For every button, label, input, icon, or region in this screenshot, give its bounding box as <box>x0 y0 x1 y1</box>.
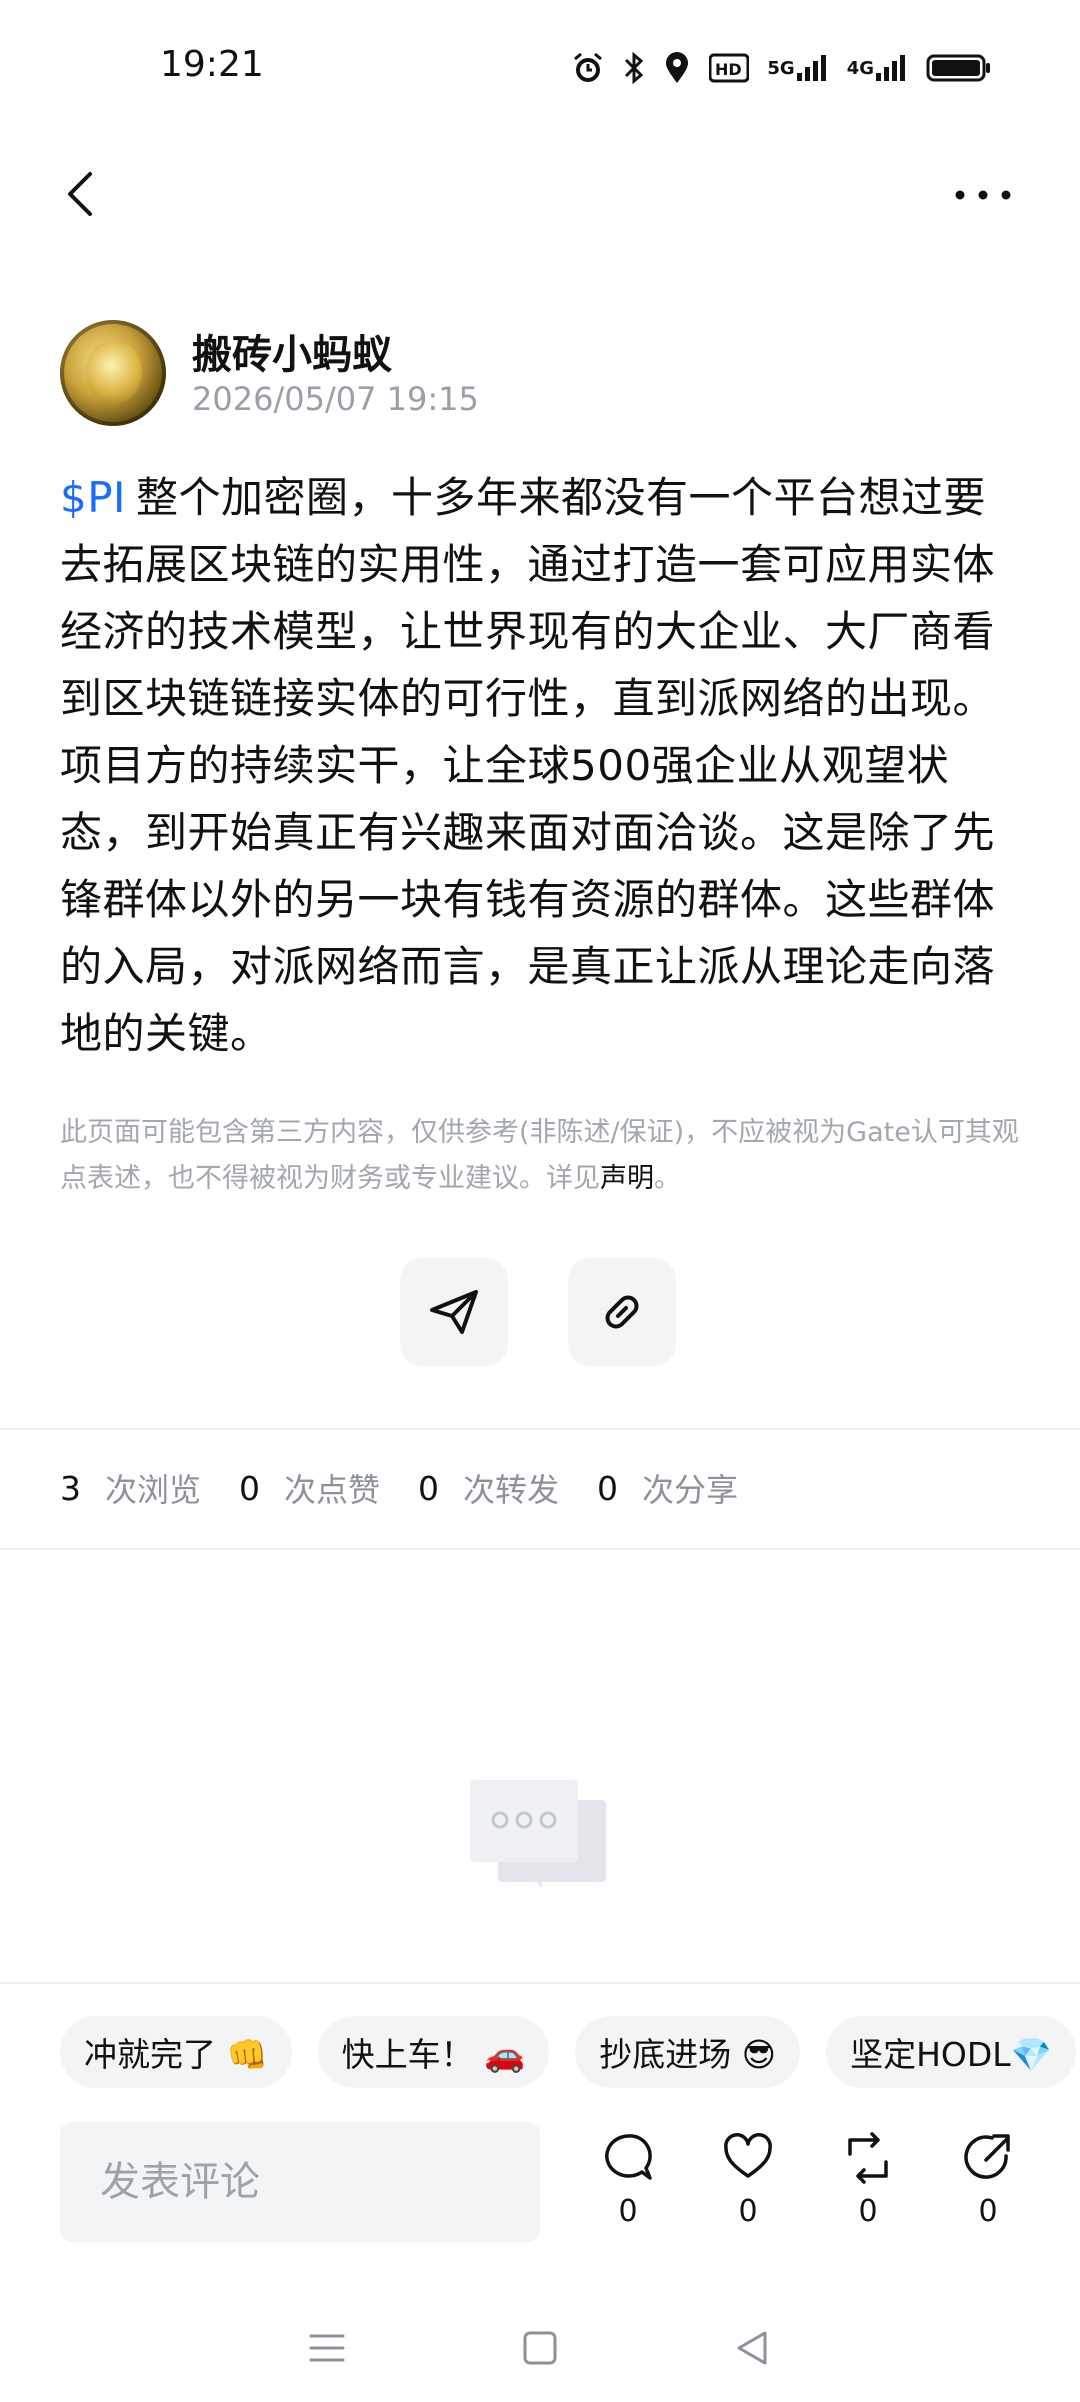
comment-icon <box>605 2134 652 2180</box>
status-icons: HD 5G 4G <box>571 44 992 92</box>
repost-icon <box>848 2132 888 2184</box>
disclaimer-text: 此页面可能包含第三方内容，仅供参考(非陈述/保证)，不应被视为Gate认可其观点… <box>60 1117 1019 1194</box>
disclaimer-link[interactable]: 声明 <box>600 1163 654 1194</box>
more-dots-icon <box>955 190 1011 200</box>
avatar[interactable] <box>60 320 166 426</box>
disclaimer-end: 。 <box>654 1163 681 1194</box>
chevron-left-icon <box>68 172 92 216</box>
post-body: $PI 整个加密圈，十多年来都没有一个平台想过要去拓展区块链的实用性，通过打造一套… <box>60 464 1020 1067</box>
copy-link-button[interactable] <box>568 1258 676 1366</box>
divider <box>0 1428 1080 1430</box>
svg-text:HD: HD <box>715 60 742 79</box>
system-navigation-bar <box>0 2300 1080 2400</box>
location-icon <box>663 51 691 85</box>
like-action[interactable]: 0 <box>708 2132 788 2229</box>
share-icon <box>964 2134 1010 2179</box>
quick-reply-chips: 冲就完了 👊 快上车！ 🚗 抄底进场 😎 坚定HODL💎 <box>60 2016 1076 2088</box>
comment-action[interactable]: 0 <box>588 2132 668 2229</box>
comment-input[interactable] <box>60 2122 540 2242</box>
bluetooth-icon <box>623 51 645 85</box>
quick-reply-chip[interactable]: 抄底进场 😎 <box>575 2016 801 2088</box>
heart-icon <box>724 2133 772 2178</box>
disclaimer: 此页面可能包含第三方内容，仅供参考(非陈述/保证)，不应被视为Gate认可其观点… <box>60 1110 1020 1202</box>
hd-icon: HD <box>709 53 750 83</box>
post-text: 整个加密圈，十多年来都没有一个平台想过要去拓展区块链的实用性，通过打造一套可应用… <box>60 473 996 1058</box>
quick-reply-chip[interactable]: 坚定HODL💎 <box>826 2016 1076 2088</box>
send-button[interactable] <box>400 1258 508 1366</box>
back-button[interactable] <box>56 166 112 222</box>
triangle-back-icon <box>737 2331 767 2365</box>
alarm-icon <box>571 51 605 85</box>
quick-reply-chip[interactable]: 冲就完了 👊 <box>60 2016 292 2088</box>
share-count: 0 <box>978 2194 998 2229</box>
author-name[interactable]: 搬砖小蚂蚁 <box>192 322 392 380</box>
likes-label: 次点赞 <box>284 1471 381 1509</box>
menu-nav-button[interactable] <box>307 2328 347 2372</box>
menu-icon <box>309 2334 345 2362</box>
share-action[interactable]: 0 <box>948 2132 1028 2229</box>
more-button[interactable] <box>948 170 1018 220</box>
divider <box>0 1548 1080 1550</box>
signal-5g-icon: 5G <box>767 53 828 83</box>
back-nav-button[interactable] <box>733 2328 773 2372</box>
views-count: 3 <box>60 1468 81 1508</box>
post-stats: 3 次浏览 0 次点赞 0 次转发 0 次分享 <box>60 1462 760 1514</box>
link-icon <box>605 1295 639 1329</box>
repost-action[interactable]: 0 <box>828 2132 908 2229</box>
square-home-icon <box>523 2331 557 2365</box>
likes-count: 0 <box>239 1468 261 1508</box>
status-time: 19:21 <box>160 44 264 85</box>
reposts-label: 次转发 <box>463 1471 560 1509</box>
battery-icon <box>926 53 992 83</box>
shares-label: 次分享 <box>642 1471 739 1509</box>
post-time: 2026/05/07 19:15 <box>192 380 479 418</box>
views-label: 次浏览 <box>105 1471 202 1509</box>
home-nav-button[interactable] <box>520 2328 560 2372</box>
send-icon <box>430 1290 478 1334</box>
quick-reply-chip[interactable]: 快上车！ 🚗 <box>317 2016 550 2088</box>
signal-4g-icon: 4G <box>847 53 908 83</box>
repost-count: 0 <box>858 2194 878 2229</box>
post-tag-link[interactable]: $PI <box>60 473 126 522</box>
like-count: 0 <box>738 2194 758 2229</box>
shares-count: 0 <box>597 1468 619 1508</box>
reposts-count: 0 <box>418 1468 440 1508</box>
comment-count: 0 <box>618 2194 638 2229</box>
empty-comments-icon <box>470 1780 610 1920</box>
